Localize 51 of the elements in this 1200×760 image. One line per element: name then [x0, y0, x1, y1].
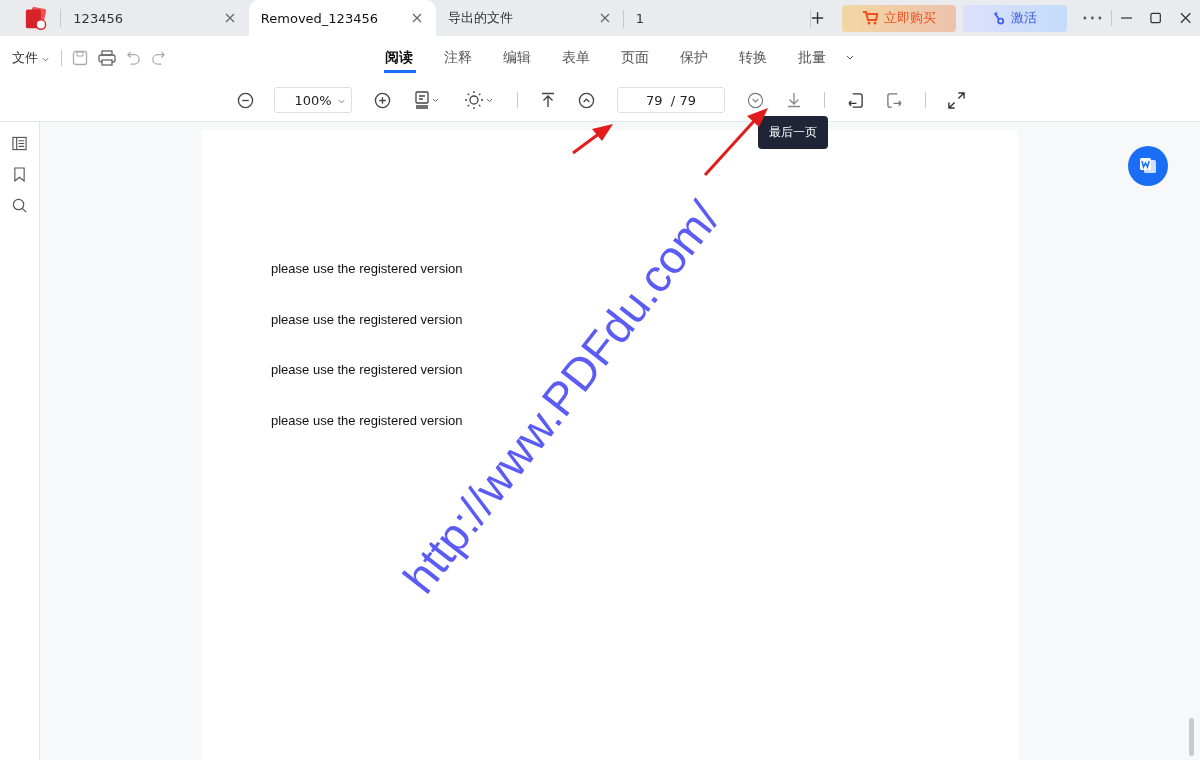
ribbon-tab[interactable]: 保护	[679, 42, 738, 73]
activate-button[interactable]: 激活	[963, 4, 1068, 32]
fullscreen-icon[interactable]	[948, 91, 965, 109]
convert-to-word-button[interactable]	[1128, 146, 1168, 186]
outline-icon[interactable]	[12, 136, 27, 151]
rotate-left-icon[interactable]	[847, 91, 864, 109]
minimize-icon[interactable]	[1121, 17, 1133, 19]
bookmark-icon[interactable]	[13, 167, 26, 182]
caret-icon	[338, 99, 345, 104]
pdf-logo-icon	[24, 5, 49, 31]
last-page-icon[interactable]	[786, 92, 802, 108]
document-tab[interactable]: 导出的文件	[436, 0, 624, 36]
key-icon	[993, 10, 1006, 26]
ribbon-tab[interactable]: 阅读	[384, 42, 416, 73]
zoom-out-icon[interactable]	[237, 91, 254, 109]
document-tab[interactable]: Removed_123456	[248, 0, 437, 36]
ribbon-tab[interactable]: 批量	[797, 42, 856, 73]
caret-icon[interactable]	[846, 55, 854, 60]
scrollbar-thumb[interactable]	[1189, 718, 1194, 756]
maximize-icon[interactable]	[1150, 12, 1162, 24]
tooltip: 最后一页	[758, 116, 828, 149]
caret-icon	[42, 56, 50, 62]
cart-icon	[862, 11, 879, 25]
zoom-in-icon[interactable]	[374, 91, 391, 109]
previous-page-icon[interactable]	[578, 91, 595, 109]
close-icon[interactable]	[412, 13, 423, 23]
word-document-icon	[1139, 157, 1157, 175]
document-tab[interactable]: 123456	[61, 0, 249, 36]
add-tab-icon[interactable]	[811, 11, 825, 25]
page-layout-icon[interactable]	[413, 91, 441, 109]
rotate-right-icon[interactable]	[886, 91, 903, 109]
ribbon-tab[interactable]: 转换	[738, 42, 797, 73]
ribbon-tab[interactable]: 注释	[443, 42, 502, 73]
search-icon[interactable]	[12, 198, 27, 213]
close-icon[interactable]	[599, 13, 610, 23]
close-icon[interactable]	[1179, 12, 1191, 24]
next-page-icon[interactable]	[747, 91, 764, 109]
zoom-dropdown[interactable]: 100%	[274, 87, 352, 113]
pointer-arrow	[703, 108, 768, 176]
print-icon[interactable]	[98, 49, 117, 66]
page-number-field[interactable]: 79 / 79	[617, 87, 725, 113]
file-menu[interactable]: 文件	[12, 48, 50, 67]
close-icon[interactable]	[224, 13, 235, 23]
more-icon[interactable]	[1083, 16, 1103, 20]
document-tab[interactable]: 1	[623, 0, 812, 36]
first-page-icon[interactable]	[540, 92, 556, 108]
ribbon-tab[interactable]: 页面	[620, 42, 679, 73]
ribbon-tab[interactable]: 表单	[561, 42, 620, 73]
ribbon-tab[interactable]: 编辑	[502, 42, 561, 73]
brightness-icon[interactable]	[463, 90, 495, 110]
pointer-arrow	[572, 124, 613, 155]
